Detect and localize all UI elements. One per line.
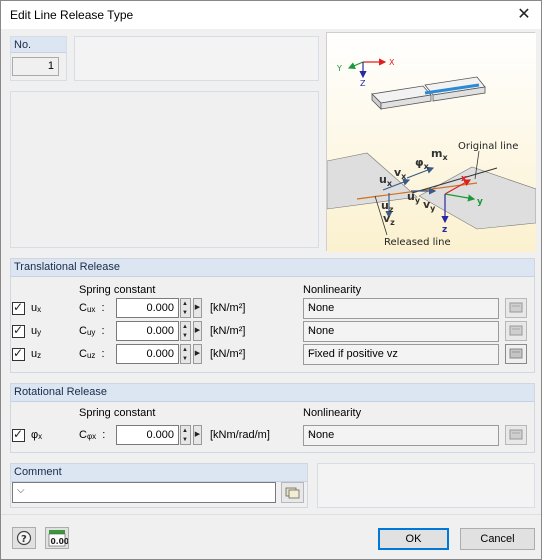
ux-checkbox[interactable]: ✓ (12, 300, 25, 315)
window-title: Edit Line Release Type (10, 8, 134, 22)
cuz-spinner[interactable]: ▲ ▼ (180, 344, 191, 364)
cux-input[interactable]: 0.000 (116, 298, 179, 318)
cphix-spinner[interactable]: ▲ ▼ (180, 425, 191, 445)
chevron-down-icon: ⌵ (17, 485, 25, 496)
title-bar: Edit Line Release Type ✕ (1, 1, 541, 29)
edit-line-release-dialog: Edit Line Release Type ✕ No. 1 X Y Z x y… (0, 0, 542, 560)
cuy-spinner[interactable]: ▲ ▼ (180, 321, 191, 341)
comment-input[interactable]: ⌵ (12, 482, 276, 503)
no-label: No. (14, 39, 32, 51)
local-axis-x-label: x (461, 174, 467, 184)
original-line-label: Original line (458, 141, 518, 152)
chevron-down-icon: ⌵ (308, 301, 316, 312)
cuy-unit: [kN/m²] (210, 325, 246, 337)
top-axis-z-label: Z (360, 79, 366, 88)
cuy-arrow-button[interactable]: ▶ (193, 321, 202, 341)
cux-unit: [kN/m²] (210, 302, 246, 314)
cuz-arrow-button[interactable]: ▶ (193, 344, 202, 364)
chevron-down-icon: ⌵ (308, 324, 316, 335)
ux-nonlinearity-edit-button[interactable] (505, 298, 527, 318)
translational-spring-header: Spring constant (79, 284, 156, 296)
units-icon: 0.00 (48, 530, 69, 547)
uz-checkbox[interactable]: ✓ (12, 346, 25, 361)
cphix-unit: [kNm/rad/m] (210, 429, 270, 441)
cuz-label: Cuz : (79, 348, 105, 360)
units-button[interactable]: 0.00 (45, 527, 69, 549)
rotational-release-title: Rotational Release (14, 386, 107, 398)
translational-release-title: Translational Release (14, 261, 120, 273)
ux-nonlinearity-select[interactable]: None ⌵ (303, 298, 499, 319)
uz-nonlinearity-select[interactable]: Fixed if positive vz ⌵ (303, 344, 499, 365)
cux-spinner[interactable]: ▲ ▼ (180, 298, 191, 318)
name-panel (74, 36, 319, 81)
uy-label: uy (31, 325, 42, 337)
local-axis-z-label: z (442, 225, 447, 235)
rotational-nonlinearity-header: Nonlinearity (303, 407, 362, 419)
phix-nonlinearity-select[interactable]: None ⌵ (303, 425, 499, 446)
cuz-unit: [kN/m²] (210, 348, 246, 360)
released-line-label: Released line (384, 237, 451, 248)
help-button[interactable]: ? (12, 527, 36, 549)
uy-checkbox[interactable]: ✓ (12, 323, 25, 338)
chevron-down-icon: ⌵ (308, 347, 316, 358)
ux-label: ux (31, 302, 42, 314)
no-field[interactable]: 1 (12, 57, 59, 76)
uy-nonlinearity-edit-button[interactable] (505, 321, 527, 341)
translational-nonlinearity-header: Nonlinearity (303, 284, 362, 296)
cphix-input[interactable]: 0.000 (116, 425, 179, 445)
comment-library-button[interactable] (281, 482, 304, 503)
cphix-label: Cφx : (79, 429, 106, 441)
cancel-button[interactable]: Cancel (460, 528, 535, 550)
comment-side-panel (317, 463, 535, 508)
top-axis-y-label: Y (336, 64, 342, 73)
cux-label: Cux : (79, 302, 105, 314)
phix-checkbox[interactable]: ✓ (12, 427, 25, 442)
chevron-down-icon: ⌵ (308, 428, 316, 439)
phix-nonlinearity-edit-button[interactable] (505, 425, 527, 445)
units-icon-label: 0.00 (51, 537, 69, 546)
svg-text:?: ? (21, 534, 27, 545)
uz-nonlinearity-edit-button[interactable] (505, 344, 527, 364)
uy-nonlinearity-select[interactable]: None ⌵ (303, 321, 499, 342)
uz-label: uz (31, 348, 42, 360)
help-icon: ? (16, 530, 32, 546)
rotational-spring-header: Spring constant (79, 407, 156, 419)
cux-arrow-button[interactable]: ▶ (193, 298, 202, 318)
options-panel (10, 91, 319, 248)
cuz-input[interactable]: 0.000 (116, 344, 179, 364)
phix-label: φx (31, 429, 43, 441)
release-figure: X Y Z x y z mx φx ux vx uy vy uz vz Orig… (326, 32, 536, 252)
local-axis-y-label: y (477, 197, 483, 207)
top-axis-x-label: X (389, 58, 395, 67)
cphix-arrow-button[interactable]: ▶ (193, 425, 202, 445)
cuy-label: Cuy : (79, 325, 105, 337)
ok-button[interactable]: OK (378, 528, 449, 550)
close-icon[interactable]: ✕ (513, 5, 535, 25)
comment-title: Comment (14, 466, 62, 478)
cuy-input[interactable]: 0.000 (116, 321, 179, 341)
